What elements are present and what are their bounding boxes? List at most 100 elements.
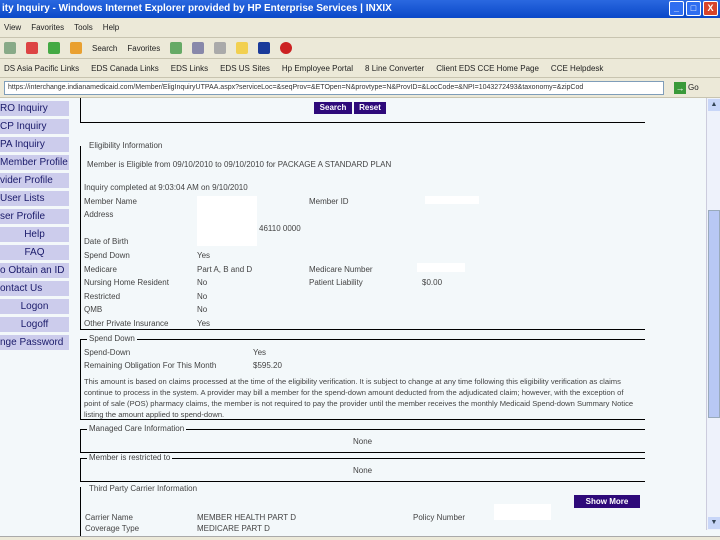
sidebar-item[interactable]: nge Password	[0, 335, 69, 350]
addon-icon[interactable]	[280, 42, 293, 54]
spend-down-note: This amount is based on claims processed…	[84, 377, 634, 419]
divider	[81, 339, 645, 340]
menu-view[interactable]: View	[4, 23, 21, 32]
refresh-icon[interactable]	[48, 42, 60, 54]
print-icon[interactable]	[214, 42, 227, 54]
label: Other Private Insurance	[84, 319, 169, 328]
window-title: ity Inquiry - Windows Internet Explorer …	[2, 3, 392, 14]
section-legend: Managed Care Information	[87, 424, 187, 433]
label: Date of Birth	[84, 237, 129, 246]
sidebar-item-help[interactable]: Help	[0, 227, 69, 242]
label: Policy Number	[413, 513, 466, 522]
sidebar-item[interactable]: vider Profile	[0, 173, 69, 188]
sidebar-item[interactable]: CP Inquiry	[0, 119, 69, 134]
link-item[interactable]: DS Asia Pacific Links	[4, 64, 79, 73]
label: Remaining Obligation For This Month	[84, 361, 217, 370]
link-item[interactable]: CCE Helpdesk	[551, 64, 603, 73]
search-button[interactable]: Search	[314, 102, 352, 114]
sidebar-item[interactable]: Member Profile	[0, 155, 69, 170]
link-item[interactable]: 8 Line Converter	[365, 64, 424, 73]
mail-icon[interactable]	[192, 42, 205, 54]
redaction	[425, 196, 479, 204]
home-icon[interactable]	[70, 42, 82, 54]
eligibility-text: Member is Eligible from 09/10/2010 to 09…	[87, 160, 392, 169]
label: Spend Down	[84, 251, 130, 260]
scroll-down-icon[interactable]: ▼	[708, 517, 720, 529]
address-bar: https://interchange.indianamedicaid.com/…	[0, 78, 720, 98]
label: Restricted	[84, 292, 121, 301]
sidebar-item[interactable]: ser Profile	[0, 209, 69, 224]
redaction	[417, 263, 465, 272]
value: MEMBER HEALTH PART D	[197, 513, 296, 522]
sidebar-item-logoff[interactable]: Logoff	[0, 317, 69, 332]
sidebar-item-faq[interactable]: FAQ	[0, 245, 69, 260]
link-item[interactable]: EDS Links	[171, 64, 208, 73]
inquiry-text: Inquiry completed at 9:03:04 AM on 9/10/…	[84, 183, 248, 192]
section-legend: Spend Down	[87, 334, 137, 343]
value: MEDICARE PART D	[197, 524, 270, 533]
sidebar-item-logon[interactable]: Logon	[0, 299, 69, 314]
toolbar: Search Favorites	[0, 38, 720, 59]
notes-icon[interactable]	[236, 42, 249, 54]
label: Medicare	[84, 265, 117, 274]
divider	[80, 98, 81, 122]
label: Coverage Type	[85, 524, 140, 533]
label: Patient Liability	[309, 278, 363, 287]
label: QMB	[84, 305, 103, 314]
divider	[80, 122, 645, 123]
value: No	[197, 292, 208, 301]
scroll-up-icon[interactable]: ▲	[708, 99, 720, 111]
link-item[interactable]: Client EDS CCE Home Page	[436, 64, 539, 73]
value: None	[353, 437, 373, 446]
forward-icon[interactable]	[4, 42, 16, 54]
sidebar-item[interactable]: ontact Us	[0, 281, 69, 296]
history-icon[interactable]	[170, 42, 183, 54]
redaction	[197, 196, 257, 246]
bluetooth-icon[interactable]	[258, 42, 271, 54]
maximize-button[interactable]: □	[686, 1, 701, 16]
value: None	[353, 466, 373, 475]
value: Yes	[197, 319, 211, 328]
status-bar	[0, 536, 720, 540]
label: Carrier Name	[85, 513, 134, 522]
menu-tools[interactable]: Tools	[74, 23, 93, 32]
vertical-scrollbar[interactable]: ▲ ▼	[706, 98, 720, 530]
sidebar-item[interactable]: User Lists	[0, 191, 69, 206]
third-party-section: Third Party Carrier Information Show Mor…	[80, 484, 645, 536]
menu-help[interactable]: Help	[103, 23, 119, 32]
sidebar: RO Inquiry CP Inquiry PA Inquiry Member …	[0, 101, 69, 353]
managed-care-section: Managed Care Information None	[80, 424, 645, 453]
value: Yes	[197, 251, 211, 260]
reset-button[interactable]: Reset	[354, 102, 386, 114]
link-item[interactable]: Hp Employee Portal	[282, 64, 353, 73]
restricted-to-section: Member is restricted to None	[80, 453, 645, 482]
spend-down-section: Spend Down Spend-Down Yes Remaining Obli…	[80, 334, 645, 420]
address-input[interactable]: https://interchange.indianamedicaid.com/…	[4, 80, 664, 95]
value: Yes	[253, 348, 267, 357]
scroll-thumb[interactable]	[708, 210, 720, 418]
eligibility-section: Eligibility Information Member is Eligib…	[80, 141, 645, 330]
label: Member ID	[309, 197, 349, 206]
go-label: Go	[688, 83, 699, 92]
show-more-button[interactable]: Show More	[574, 495, 640, 508]
redaction	[494, 504, 551, 520]
menu-favorites[interactable]: Favorites	[31, 23, 64, 32]
go-arrow-icon: →	[674, 81, 686, 94]
window-title-bar: ity Inquiry - Windows Internet Explorer …	[0, 0, 720, 18]
label: Address	[84, 210, 114, 219]
sidebar-item[interactable]: o Obtain an ID	[0, 263, 69, 278]
go-button[interactable]: → Go	[674, 81, 699, 94]
section-legend: Third Party Carrier Information	[87, 484, 200, 493]
close-button[interactable]: X	[703, 1, 718, 16]
section-legend: Eligibility Information	[87, 141, 165, 150]
link-item[interactable]: EDS Canada Links	[91, 64, 159, 73]
search-button[interactable]: Search	[92, 44, 117, 53]
sidebar-item[interactable]: RO Inquiry	[0, 101, 69, 116]
link-item[interactable]: EDS US Sites	[220, 64, 270, 73]
minimize-button[interactable]: _	[669, 1, 684, 16]
value: No	[197, 305, 208, 314]
sidebar-item[interactable]: PA Inquiry	[0, 137, 69, 152]
label: Spend-Down	[84, 348, 131, 357]
favorites-button[interactable]: Favorites	[127, 44, 160, 53]
stop-icon[interactable]	[26, 42, 38, 54]
